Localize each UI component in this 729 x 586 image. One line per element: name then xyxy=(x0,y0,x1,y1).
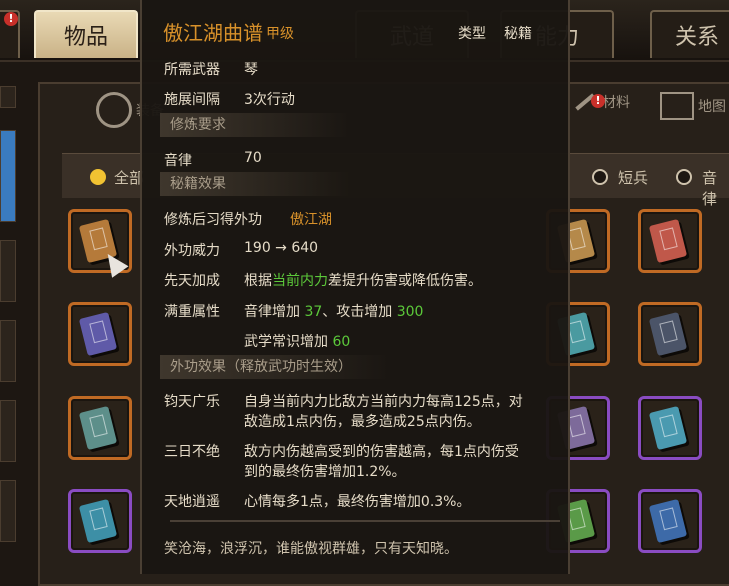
left-side-tab[interactable] xyxy=(0,400,16,462)
skill1-line1: 自身当前内力比敌方当前内力每高125点，对 xyxy=(244,394,523,410)
filter-all-radio[interactable] xyxy=(90,169,106,185)
req-value: 70 xyxy=(244,150,262,166)
subcat-materials-label: 材料 xyxy=(602,95,630,111)
left-side-tab[interactable] xyxy=(0,480,16,542)
item-slot[interactable] xyxy=(68,489,132,553)
skill3-name: 天地逍遥 xyxy=(164,494,220,510)
mastery-value: 300 xyxy=(396,304,424,320)
type-value: 秘籍 xyxy=(504,26,532,42)
item-slot[interactable] xyxy=(638,302,702,366)
innate-highlight: 当前内力 xyxy=(272,273,328,289)
innate-label: 先天加成 xyxy=(164,273,220,289)
shield-icon xyxy=(96,92,132,128)
innate-text-2: 差提升伤害或降低伤害。 xyxy=(328,273,482,289)
book-icon xyxy=(648,311,688,357)
mastery-text: 音律增加 xyxy=(244,304,300,320)
alert-badge: ! xyxy=(591,94,605,108)
left-side-tab[interactable] xyxy=(0,320,16,382)
section-effects: 秘籍效果 xyxy=(160,172,350,196)
mastery-line-1: 音律增加 37、攻击增加 300 xyxy=(244,301,423,321)
interval-label: 施展间隔 xyxy=(164,92,220,108)
type-label: 类型 xyxy=(458,26,486,42)
book-icon xyxy=(648,218,688,264)
tab-items-label: 物品 xyxy=(63,25,108,50)
book-icon xyxy=(78,405,118,451)
book-icon xyxy=(648,498,688,544)
weapon-label: 所需武器 xyxy=(164,62,220,78)
item-slot[interactable] xyxy=(638,209,702,273)
item-slot[interactable] xyxy=(68,396,132,460)
tab-items[interactable]: 物品 xyxy=(34,10,138,58)
filter-short-label: 短兵 xyxy=(618,169,649,187)
tab-relations-label: 关系 xyxy=(674,25,719,50)
skill2-name: 三日不绝 xyxy=(164,444,220,460)
skill1-line2: 敌造成1点内伤，最多造成25点内伤。 xyxy=(244,414,481,430)
power-value: 190 → 640 xyxy=(244,240,319,256)
subcat-map-label: 地图 xyxy=(698,99,726,115)
book-icon xyxy=(78,311,118,357)
mastery-text: 、攻击增加 xyxy=(322,304,393,320)
mastery-value: 60 xyxy=(332,334,351,350)
mastery-text: 武学常识增加 xyxy=(244,334,328,350)
skill3-line1: 心情每多1点，最终伤害增加0.3%。 xyxy=(244,494,471,510)
tab-relations[interactable]: 关系 xyxy=(650,10,729,58)
left-collapse-button[interactable] xyxy=(0,86,16,108)
req-name: 音律 xyxy=(164,153,192,169)
tooltip-grade: 甲级 xyxy=(266,26,294,42)
tooltip-title: 傲江湖曲谱 xyxy=(163,21,263,45)
alert-badge: ! xyxy=(4,12,18,26)
mastery-label: 满重属性 xyxy=(164,304,220,320)
item-slot[interactable] xyxy=(68,302,132,366)
weapon-value: 琴 xyxy=(244,62,258,78)
innate-text-1: 根据 xyxy=(244,273,272,289)
interval-value: 3次行动 xyxy=(244,92,295,108)
item-slot[interactable] xyxy=(638,396,702,460)
filter-music-radio[interactable] xyxy=(676,169,692,185)
section-skill-effects: 外功效果（释放武功时生效） xyxy=(160,355,390,379)
item-slot[interactable] xyxy=(638,489,702,553)
learn-value: 傲江湖 xyxy=(290,212,332,228)
skill1-name: 钧天广乐 xyxy=(164,394,220,410)
subcat-map[interactable]: 地图 xyxy=(660,92,726,120)
mastery-value: 37 xyxy=(304,304,323,320)
skill2-line1: 敌方内伤越高受到的伤害越高，每1点内伤受 xyxy=(244,444,519,460)
skill2-line2: 到的最终伤害增加1.2%。 xyxy=(244,464,406,480)
flavor-text: 笑沧海，浪浮沉，谁能傲视群雄，只有天知晓。 xyxy=(164,541,458,557)
book-icon xyxy=(78,498,118,544)
section-requirements: 修炼要求 xyxy=(160,113,350,137)
filter-short-radio[interactable] xyxy=(592,169,608,185)
left-side-tab[interactable] xyxy=(0,130,16,222)
learn-label: 修炼后习得外功 xyxy=(164,212,262,228)
divider xyxy=(170,520,560,522)
innate-text: 根据当前内力差提升伤害或降低伤害。 xyxy=(244,270,482,290)
power-label: 外功威力 xyxy=(164,243,220,259)
filter-music-label: 音律 xyxy=(702,169,718,208)
mastery-line-2: 武学常识增加 60 xyxy=(244,331,350,351)
map-icon xyxy=(660,92,694,120)
book-icon xyxy=(648,405,688,451)
left-side-tab[interactable] xyxy=(0,240,16,302)
